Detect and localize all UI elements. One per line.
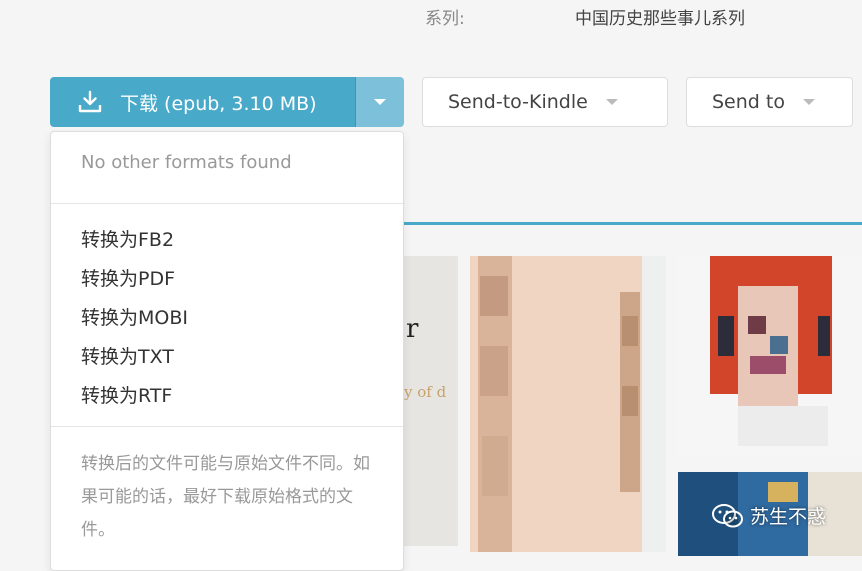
divider <box>51 203 403 204</box>
download-button[interactable]: 下载 (epub, 3.10 MB) <box>50 77 355 127</box>
chevron-down-icon <box>374 99 386 105</box>
watermark: 苏生不惑 <box>712 502 826 529</box>
divider <box>51 426 403 427</box>
dropdown-header: No other formats found <box>81 152 292 173</box>
section-divider <box>404 222 862 225</box>
watermark-text: 苏生不惑 <box>750 506 827 528</box>
menu-item-convert-pdf[interactable]: 转换为PDF <box>81 264 175 291</box>
menu-item-convert-rtf[interactable]: 转换为RTF <box>81 381 172 408</box>
conversion-note: 转换后的文件可能与原始文件不同。如果可能的话，最好下载原始格式的文件。 <box>81 454 370 540</box>
menu-item-convert-txt[interactable]: 转换为TXT <box>81 342 174 369</box>
download-split-button: 下载 (epub, 3.10 MB) <box>50 77 404 127</box>
download-button-label: 下载 (epub, 3.10 MB) <box>120 92 317 115</box>
book-cover[interactable] <box>678 256 862 456</box>
series-label: 系列: <box>425 9 465 29</box>
chevron-down-icon <box>605 99 618 105</box>
book-cover-title: r <box>406 314 419 344</box>
menu-item-convert-fb2[interactable]: 转换为FB2 <box>81 225 174 252</box>
download-format-toggle[interactable] <box>355 77 404 127</box>
format-dropdown-menu: No other formats found 转换为FB2 转换为PDF 转换为… <box>50 131 404 571</box>
send-to-button[interactable]: Send to <box>686 77 853 127</box>
series-value[interactable]: 中国历史那些事儿系列 <box>575 4 745 29</box>
download-icon <box>78 90 102 114</box>
wechat-icon <box>712 503 744 529</box>
book-cover-subtitle: y of d <box>404 383 447 401</box>
book-cover[interactable]: r y of d <box>404 256 458 546</box>
book-cover[interactable] <box>470 256 666 552</box>
menu-item-convert-mobi[interactable]: 转换为MOBI <box>81 303 188 330</box>
send-to-label: Send to <box>712 91 785 113</box>
send-to-kindle-button[interactable]: Send-to-Kindle <box>422 77 668 127</box>
chevron-down-icon <box>802 99 815 105</box>
send-to-kindle-label: Send-to-Kindle <box>448 91 588 113</box>
